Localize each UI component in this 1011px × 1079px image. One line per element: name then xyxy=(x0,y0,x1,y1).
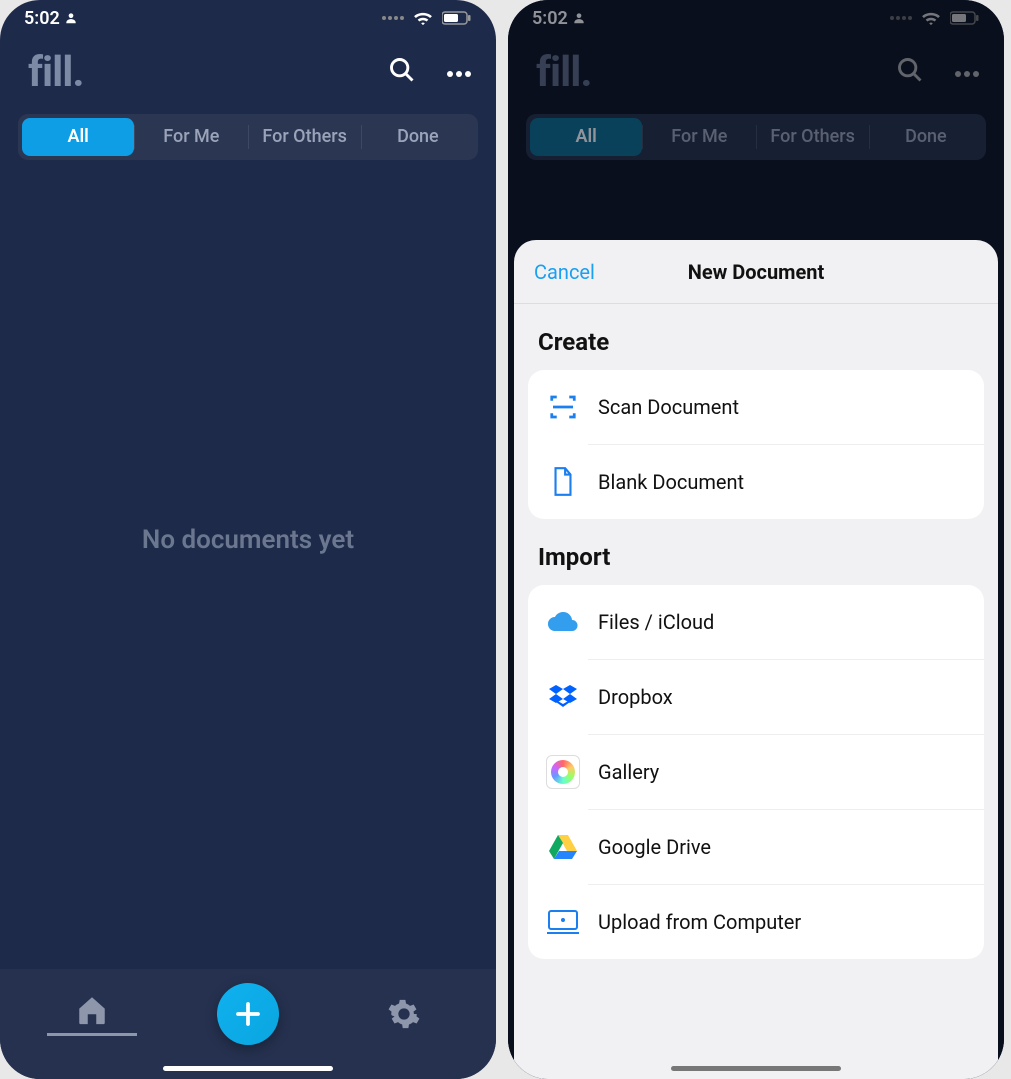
tab-all[interactable]: All xyxy=(22,118,134,156)
computer-icon xyxy=(546,905,580,939)
filter-tabs: All For Me For Others Done xyxy=(526,114,986,160)
status-time: 5:02 xyxy=(532,8,568,29)
tab-for-me[interactable]: For Me xyxy=(643,118,755,156)
bottom-nav xyxy=(0,969,496,1079)
cell-dots-icon xyxy=(382,16,404,20)
plus-icon xyxy=(233,999,263,1029)
more-icon[interactable] xyxy=(446,63,472,82)
row-blank-document[interactable]: Blank Document xyxy=(528,445,984,519)
row-label: Upload from Computer xyxy=(598,910,801,934)
row-label: Google Drive xyxy=(598,835,711,859)
status-time: 5:02 xyxy=(24,8,60,29)
person-icon xyxy=(572,11,586,25)
more-icon[interactable] xyxy=(954,63,980,82)
section-create: Create xyxy=(514,304,998,370)
create-card: Scan Document Blank Document xyxy=(528,370,984,519)
home-indicator[interactable] xyxy=(671,1066,841,1071)
row-upload-computer[interactable]: Upload from Computer xyxy=(528,885,984,959)
app-header: fill. xyxy=(0,36,496,108)
battery-icon xyxy=(950,11,980,25)
gallery-icon xyxy=(546,755,580,789)
row-files-icloud[interactable]: Files / iCloud xyxy=(528,585,984,659)
person-icon xyxy=(64,11,78,25)
add-button[interactable] xyxy=(217,983,279,1045)
row-dropbox[interactable]: Dropbox xyxy=(528,660,984,734)
blank-doc-icon xyxy=(546,465,580,499)
wifi-icon xyxy=(920,10,942,26)
empty-state-text: No documents yet xyxy=(0,160,496,920)
app-logo: fill. xyxy=(536,48,592,97)
dropbox-icon xyxy=(546,680,580,714)
status-bar: 5:02 xyxy=(0,0,496,36)
row-label: Blank Document xyxy=(598,470,744,494)
search-icon[interactable] xyxy=(896,56,924,88)
nav-settings[interactable] xyxy=(344,997,464,1031)
row-label: Files / iCloud xyxy=(598,610,714,634)
row-label: Dropbox xyxy=(598,685,673,709)
tab-for-others[interactable]: For Others xyxy=(757,118,869,156)
row-google-drive[interactable]: Google Drive xyxy=(528,810,984,884)
search-icon[interactable] xyxy=(388,56,416,88)
scan-icon xyxy=(546,390,580,424)
gear-icon xyxy=(387,997,421,1031)
new-document-sheet: Cancel New Document Create Scan Document… xyxy=(514,240,998,1079)
battery-icon xyxy=(442,11,472,25)
section-import: Import xyxy=(514,519,998,585)
tab-done[interactable]: Done xyxy=(362,118,474,156)
status-bar: 5:02 xyxy=(508,0,1004,36)
row-label: Scan Document xyxy=(598,395,739,419)
gdrive-icon xyxy=(546,830,580,864)
import-card: Files / iCloud Dropbox Gallery xyxy=(528,585,984,959)
filter-tabs: All For Me For Others Done xyxy=(18,114,478,160)
app-header: fill. xyxy=(508,36,1004,108)
sheet-header: Cancel New Document xyxy=(514,240,998,304)
tab-for-others[interactable]: For Others xyxy=(249,118,361,156)
row-scan-document[interactable]: Scan Document xyxy=(528,370,984,444)
home-icon xyxy=(74,993,110,1027)
cell-dots-icon xyxy=(890,16,912,20)
home-indicator[interactable] xyxy=(163,1066,333,1071)
tab-all[interactable]: All xyxy=(530,118,642,156)
icloud-icon xyxy=(546,605,580,639)
row-gallery[interactable]: Gallery xyxy=(528,735,984,809)
row-label: Gallery xyxy=(598,760,659,784)
wifi-icon xyxy=(412,10,434,26)
nav-home[interactable] xyxy=(32,993,152,1036)
tab-done[interactable]: Done xyxy=(870,118,982,156)
app-logo: fill. xyxy=(28,48,84,97)
cancel-button[interactable]: Cancel xyxy=(534,260,595,284)
tab-for-me[interactable]: For Me xyxy=(135,118,247,156)
